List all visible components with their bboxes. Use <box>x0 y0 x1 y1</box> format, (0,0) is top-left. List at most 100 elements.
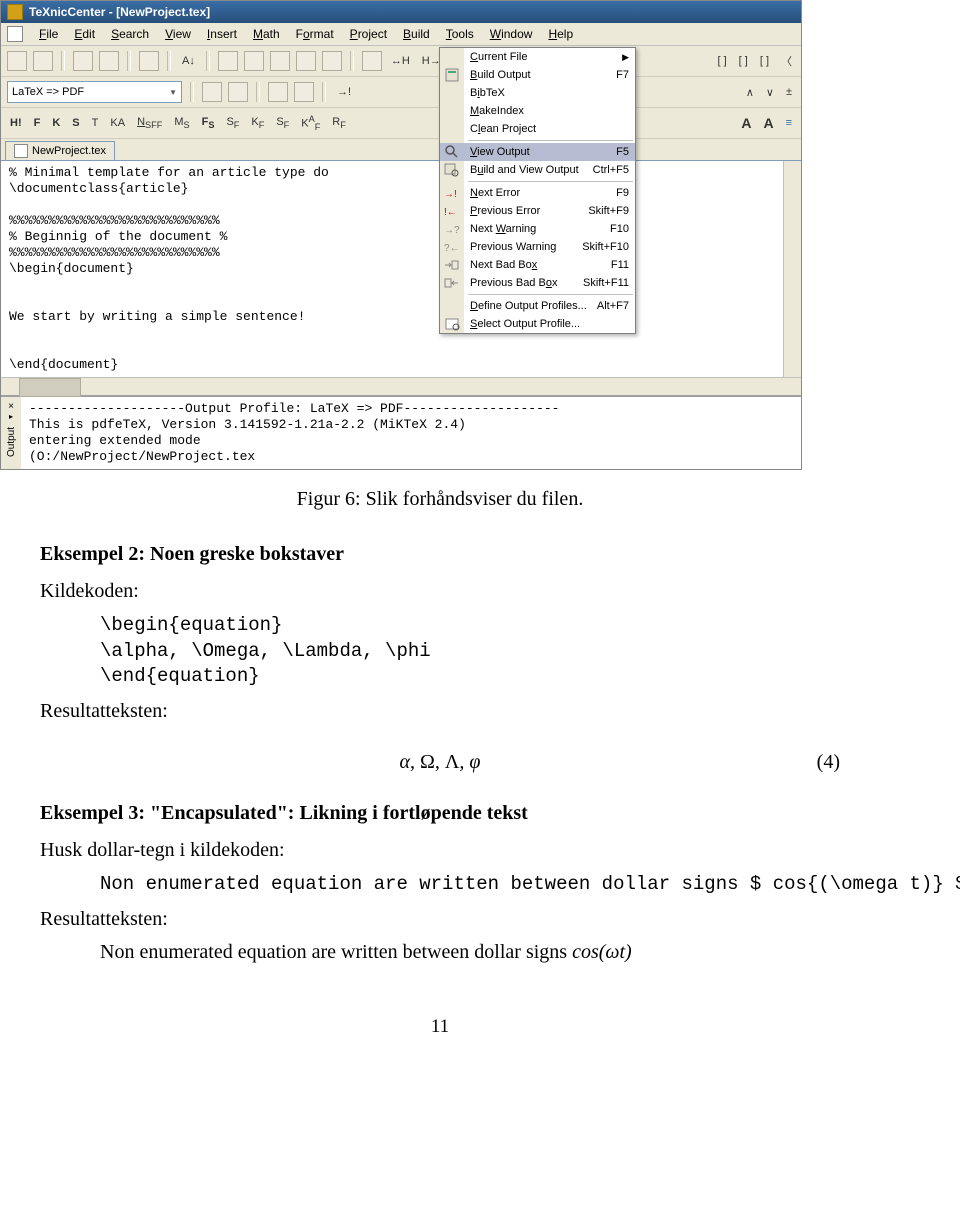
tool-btn-a[interactable] <box>218 51 238 71</box>
math-t[interactable]: T <box>89 117 102 129</box>
document-body: Figur 6: Slik forhåndsviser du filen. Ek… <box>40 486 840 1039</box>
tool-btn-b[interactable] <box>244 51 264 71</box>
menu-tools[interactable]: Tools <box>438 25 482 43</box>
tool-build-icon[interactable] <box>202 82 222 102</box>
tool-find-files-icon[interactable] <box>139 51 159 71</box>
prev-badbox-icon <box>444 275 460 291</box>
build-menu-dropdown: Current File▶ Build OutputF7 BibTeX Make… <box>439 47 636 334</box>
menu-build-output[interactable]: Build OutputF7 <box>440 66 635 84</box>
tool-find-icon[interactable] <box>7 51 27 71</box>
tool-bracket-2[interactable]: [ ] <box>736 55 751 67</box>
scrollbar-vertical[interactable] <box>783 161 801 377</box>
menu-makeindex[interactable]: MakeIndex <box>440 102 635 120</box>
output-profile-combo[interactable]: LaTeX => PDF ▼ <box>7 81 182 103</box>
file-tab[interactable]: NewProject.tex <box>5 141 115 160</box>
menu-view[interactable]: View <box>157 25 199 43</box>
tool-build-all-icon[interactable] <box>228 82 248 102</box>
tool-vee-icon[interactable]: ∨ <box>763 86 777 99</box>
output-panel[interactable]: --------------------Output Profile: LaTe… <box>21 397 801 469</box>
code-block-2: \begin{equation} \alpha, \Omega, \Lambda… <box>100 613 840 690</box>
next-badbox-icon <box>444 257 460 273</box>
menu-define-profiles[interactable]: Define Output Profiles...Alt+F7 <box>440 297 635 315</box>
menu-prev-warning[interactable]: ?← Previous WarningSkift+F10 <box>440 238 635 256</box>
math-ka[interactable]: KA <box>107 117 128 129</box>
menubar[interactable]: File Edit Search View Insert Math Format… <box>1 23 801 46</box>
close-x-icon[interactable]: × <box>8 401 14 412</box>
tool-build-view-icon[interactable] <box>294 82 314 102</box>
menu-file[interactable]: File <box>31 25 66 43</box>
menu-bibtex[interactable]: BibTeX <box>440 84 635 102</box>
tool-bracket-1[interactable]: [ ] <box>714 55 729 67</box>
editor-area[interactable]: % Minimal template for an article type d… <box>1 161 783 377</box>
menu-help[interactable]: Help <box>540 25 581 43</box>
tool-big-a1[interactable]: A <box>738 115 754 131</box>
build-view-icon <box>444 162 460 178</box>
menu-view-output[interactable]: View OutputF5 <box>440 143 635 161</box>
chevron-down-icon: ▼ <box>169 88 177 97</box>
resultat-label-1: Resultatteksten: <box>40 698 840 725</box>
menu-edit[interactable]: Edit <box>66 25 103 43</box>
math-sf2[interactable]: SF <box>273 116 292 130</box>
tool-angle-icon[interactable]: 〈 <box>778 53 795 69</box>
math-f[interactable]: F <box>31 117 44 129</box>
editor-area-wrap: % Minimal template for an article type d… <box>1 161 801 377</box>
scrollbar-horizontal[interactable] <box>1 377 801 395</box>
menu-current-file[interactable]: Current File▶ <box>440 48 635 66</box>
code-block-3: Non enumerated equation are written betw… <box>100 872 840 898</box>
menu-build[interactable]: Build <box>395 25 438 43</box>
math-rf[interactable]: RF <box>329 116 349 130</box>
window-title: TeXnicCenter - [NewProject.tex] <box>29 5 210 19</box>
prev-warning-icon: ?← <box>444 239 460 255</box>
tool-view-output-icon[interactable] <box>268 82 288 102</box>
menu-prev-badbox[interactable]: Previous Bad BoxSkift+F11 <box>440 274 635 292</box>
collapse-icon[interactable]: ▸ <box>9 412 13 421</box>
math-s[interactable]: S <box>69 117 82 129</box>
tool-arrow-h1[interactable]: ↔H <box>388 55 413 67</box>
output-tab-label: Output <box>6 427 17 457</box>
menu-next-error[interactable]: →! Next ErrorF9 <box>440 184 635 202</box>
menu-insert[interactable]: Insert <box>199 25 245 43</box>
page-number: 11 <box>40 1014 840 1040</box>
tool-next-err-icon[interactable]: →! <box>334 86 354 98</box>
menu-next-warning[interactable]: →? Next WarningF10 <box>440 220 635 238</box>
tool-goto-icon[interactable] <box>99 51 119 71</box>
app-icon <box>7 4 23 20</box>
math-h-excl[interactable]: H! <box>7 117 25 129</box>
menu-prev-error[interactable]: !← Previous ErrorSkift+F9 <box>440 202 635 220</box>
system-menu-icon[interactable] <box>7 26 23 42</box>
tool-btn-c[interactable] <box>270 51 290 71</box>
math-fs[interactable]: FS <box>199 116 218 130</box>
math-kf[interactable]: KF <box>248 116 267 130</box>
menu-clean-project[interactable]: Clean Project <box>440 120 635 138</box>
math-ms[interactable]: MS <box>171 116 192 130</box>
tool-btn-e[interactable] <box>322 51 342 71</box>
scrollbar-thumb[interactable] <box>19 378 81 397</box>
menu-math[interactable]: Math <box>245 25 288 43</box>
output-tab[interactable]: × ▸ Output <box>1 397 21 469</box>
tool-wedge-icon[interactable]: ∧ <box>743 86 757 99</box>
tool-insert-label[interactable]: A↓ <box>179 55 198 67</box>
menu-project[interactable]: Project <box>342 25 395 43</box>
menu-next-badbox[interactable]: Next Bad BoxF11 <box>440 256 635 274</box>
tool-align-icon[interactable]: ≡ <box>783 117 795 129</box>
tool-pm-icon[interactable]: ± <box>783 86 795 98</box>
tool-bracket-3[interactable]: [ ] <box>757 55 772 67</box>
prev-error-icon: !← <box>444 203 460 219</box>
file-icon <box>14 144 28 158</box>
math-sf[interactable]: SF <box>223 116 242 130</box>
menu-build-and-view[interactable]: Build and View OutputCtrl+F5 <box>440 161 635 179</box>
menu-select-profile[interactable]: Select Output Profile... <box>440 315 635 333</box>
menu-search[interactable]: Search <box>103 25 157 43</box>
figure-caption: Figur 6: Slik forhåndsviser du filen. <box>40 486 840 513</box>
svg-text:→!: →! <box>444 189 457 200</box>
menu-window[interactable]: Window <box>482 25 541 43</box>
tool-replace-icon[interactable] <box>73 51 93 71</box>
math-kaf[interactable]: KAF <box>298 114 323 132</box>
tool-find-next-icon[interactable] <box>33 51 53 71</box>
menu-format[interactable]: Format <box>288 25 342 43</box>
math-k[interactable]: K <box>49 117 63 129</box>
tool-btn-d[interactable] <box>296 51 316 71</box>
math-nsff[interactable]: NSFF <box>134 116 165 130</box>
tool-btn-f[interactable] <box>362 51 382 71</box>
tool-big-a2[interactable]: A <box>760 115 776 131</box>
